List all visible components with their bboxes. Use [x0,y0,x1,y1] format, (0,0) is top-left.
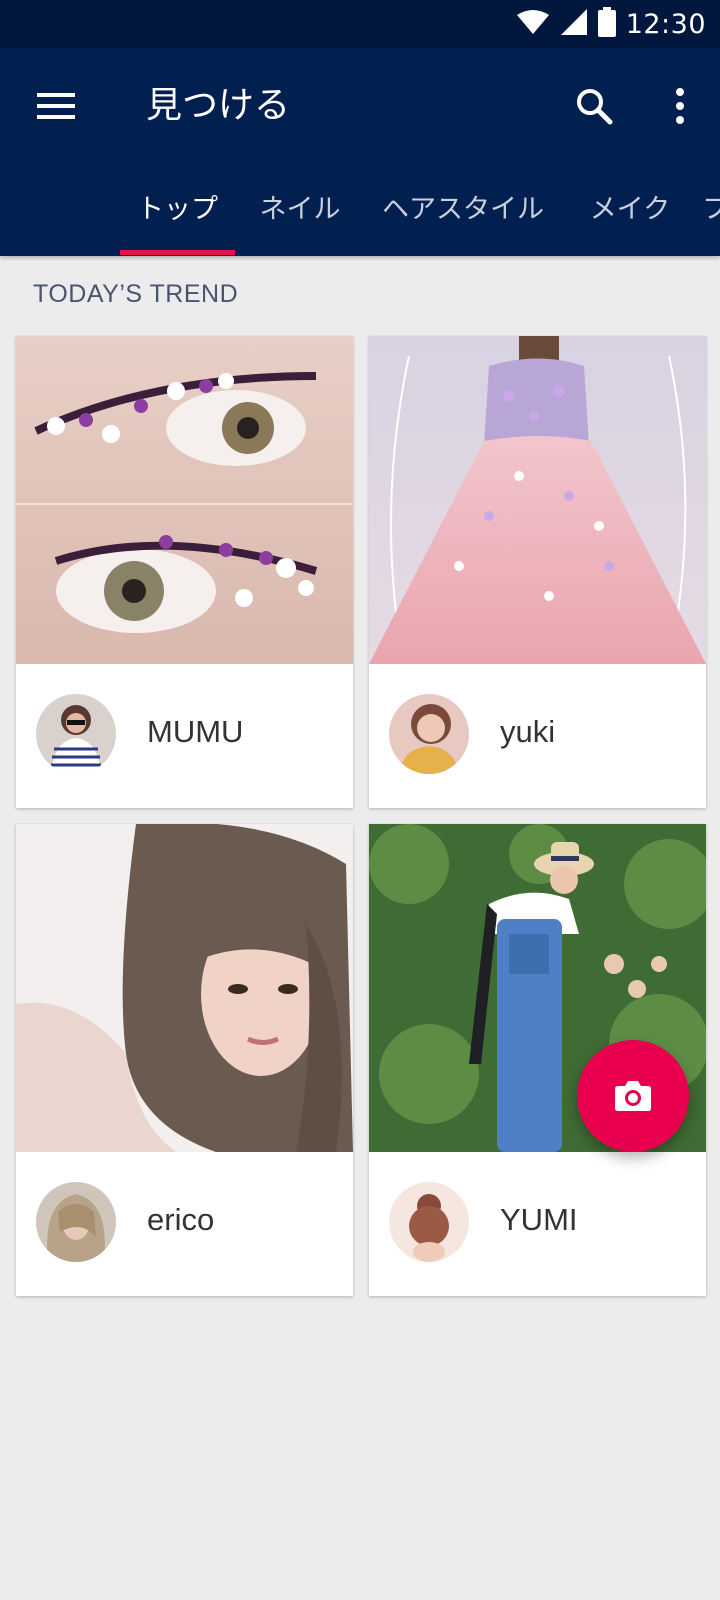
username[interactable]: MUMU [147,714,243,750]
search-button[interactable] [566,78,622,134]
signal-icon [560,8,588,40]
page-title: 見つける [146,85,291,126]
camera-fab[interactable] [577,1040,689,1152]
status-icons: 12:30 [516,7,706,41]
tab-more-partial[interactable]: フ [702,172,720,256]
username[interactable]: yuki [500,714,555,750]
username[interactable]: erico [147,1202,214,1238]
tab-indicator [120,250,235,255]
avatar[interactable] [389,1182,469,1262]
tab-hairstyle[interactable]: ヘアスタイル [378,172,548,256]
tab-makeup[interactable]: メイク [580,172,680,256]
section-title: TODAY’S TREND [33,280,239,308]
camera-icon [615,1081,651,1111]
tab-top[interactable]: トップ [120,172,235,256]
clock: 12:30 [625,8,706,40]
username[interactable]: YUMI [500,1202,578,1238]
post-photo[interactable] [16,824,353,1152]
post-card[interactable]: yuki [369,336,706,808]
wifi-icon [516,9,550,39]
menu-button[interactable] [28,78,84,134]
avatar[interactable] [36,694,116,774]
avatar[interactable] [389,694,469,774]
avatar[interactable] [36,1182,116,1262]
more-options-button[interactable] [652,78,708,134]
more-vert-icon [676,88,684,124]
menu-icon [37,93,75,119]
app-bar: 見つける トップ ネイル ヘアスタイル メイク フ [0,48,720,256]
post-photo[interactable] [16,336,353,664]
tab-bar: トップ ネイル ヘアスタイル メイク フ [0,172,720,256]
post-card[interactable]: erico [16,824,353,1296]
search-icon [577,89,613,125]
post-card[interactable]: MUMU [16,336,353,808]
battery-icon [597,7,616,41]
status-bar: 12:30 [0,0,720,48]
post-photo[interactable] [369,336,706,664]
tab-nail[interactable]: ネイル [250,172,350,256]
